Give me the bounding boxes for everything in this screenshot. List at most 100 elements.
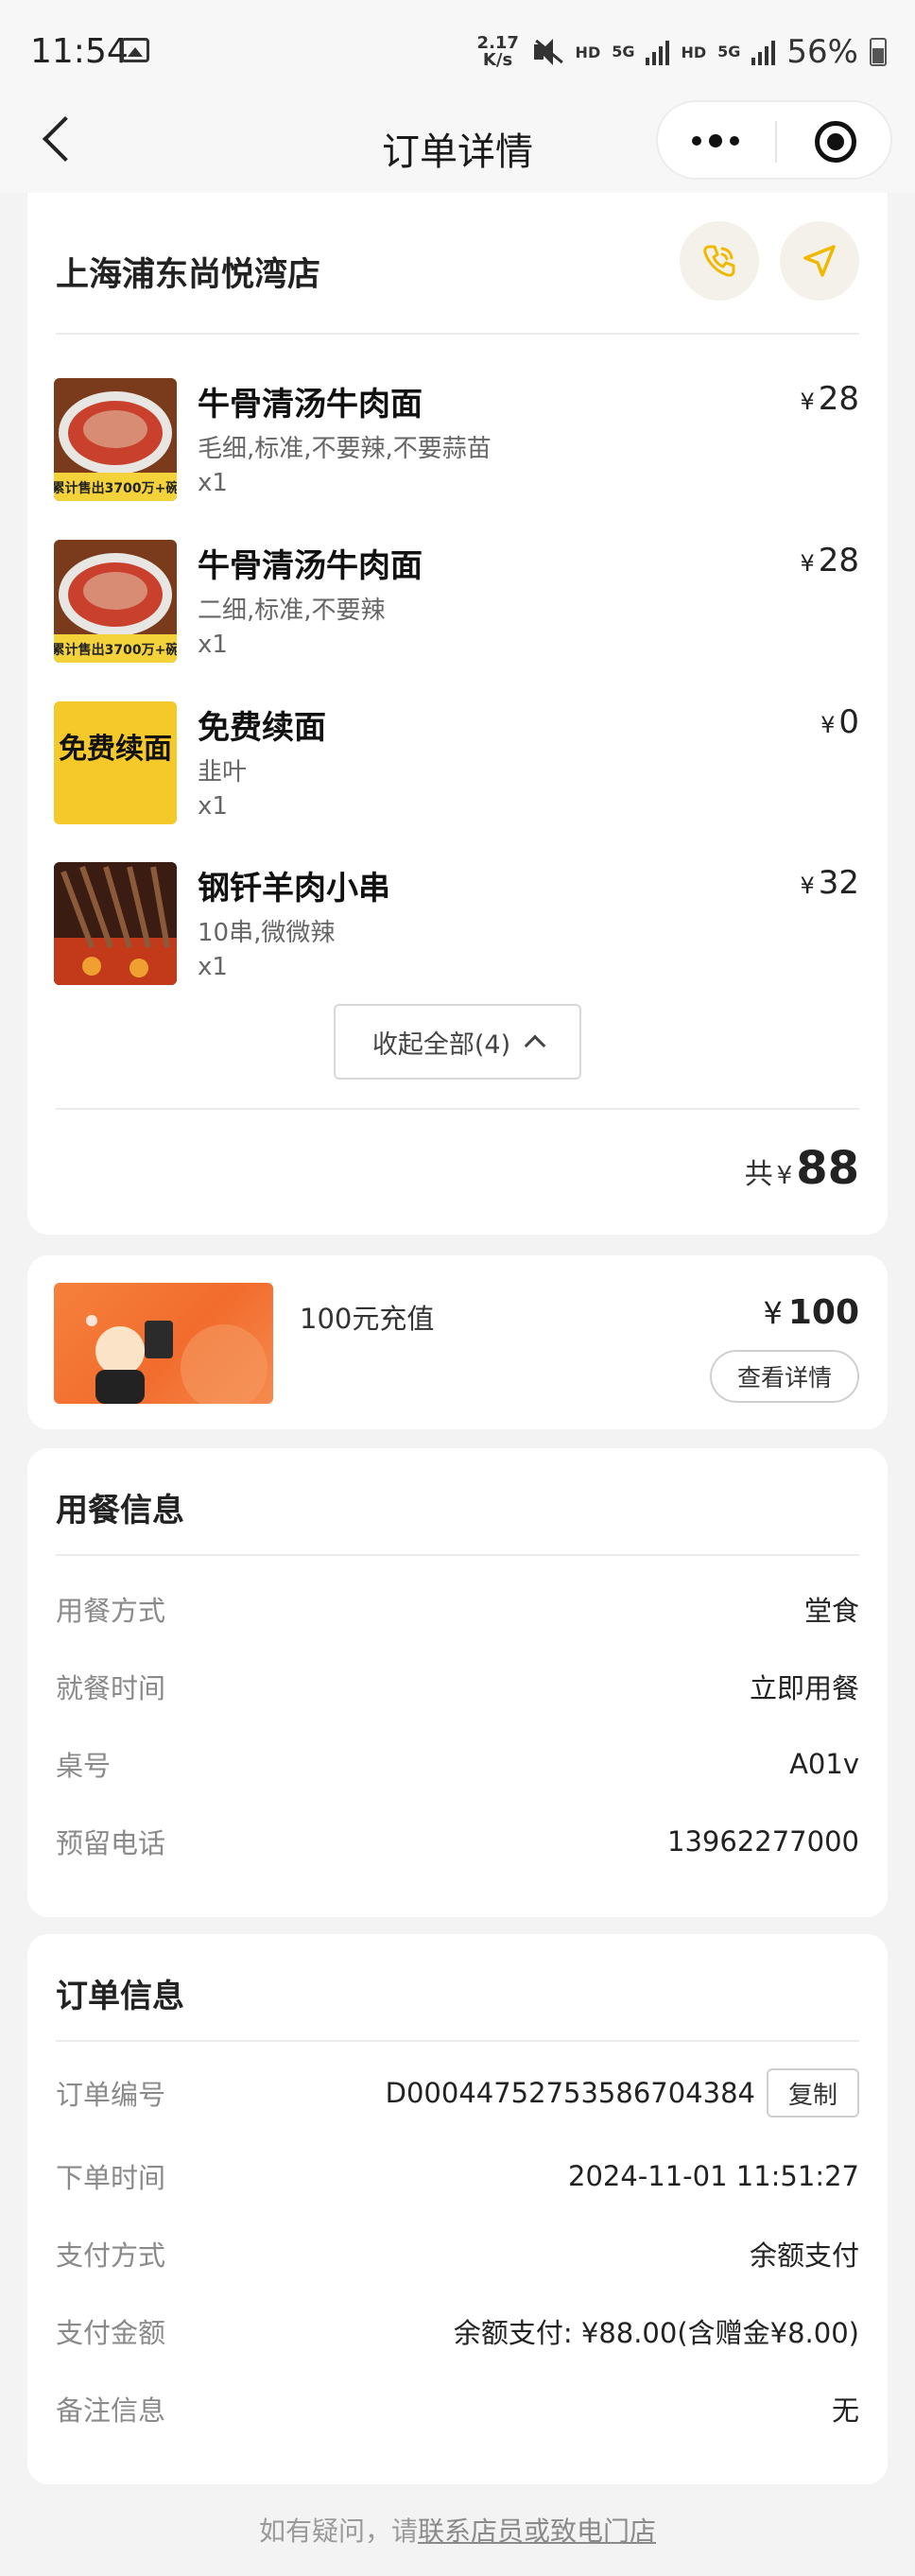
currency-symbol: ¥ bbox=[800, 550, 815, 577]
section-title: 订单信息 bbox=[56, 1978, 184, 2015]
info-value: 13962277000 bbox=[667, 1825, 859, 1858]
battery-icon bbox=[870, 38, 887, 66]
info-label: 下单时间 bbox=[56, 2162, 166, 2194]
order-info-card: 订单信息 订单编号 D00044752753586704384 复制 下单时间 … bbox=[27, 1934, 888, 2484]
info-label: 支付方式 bbox=[56, 2239, 166, 2272]
network-speed: 2.17 K/s bbox=[477, 35, 519, 69]
info-row-payment-method: 支付方式 余额支付 bbox=[56, 2235, 859, 2273]
status-indicators: 2.17 K/s HD 5G HD 5G 56% bbox=[477, 30, 887, 74]
help-footer: 如有疑问，请联系店员或致电门店 bbox=[0, 2511, 915, 2549]
info-label: 备注信息 bbox=[56, 2394, 166, 2427]
item-price: ¥28 bbox=[800, 542, 859, 579]
navigation-bar: 订单详情 bbox=[0, 91, 915, 193]
item-price-value: 28 bbox=[818, 542, 859, 579]
section-title: 用餐信息 bbox=[56, 1492, 184, 1530]
divider bbox=[56, 2040, 859, 2042]
contact-store-link[interactable]: 联系店员或致电门店 bbox=[418, 2515, 656, 2547]
view-details-button[interactable]: 查看详情 bbox=[710, 1350, 859, 1403]
more-options-icon[interactable] bbox=[692, 134, 739, 147]
recharge-image bbox=[54, 1283, 273, 1404]
chevron-up-icon bbox=[524, 1034, 546, 1057]
order-item: 免费续面 免费续面 韭叶 x1 ¥0 bbox=[54, 701, 859, 830]
item-price: ¥0 bbox=[820, 703, 859, 741]
divider bbox=[56, 1108, 859, 1110]
signal-icon bbox=[646, 39, 670, 65]
recharge-card: 100元充值 ¥100 查看详情 bbox=[27, 1255, 888, 1429]
close-mini-program-icon[interactable] bbox=[815, 121, 856, 163]
order-item: 累计售出3700万+碗 牛骨清汤牛肉面 毛细,标准,不要辣,不要蒜苗 x1 ¥2… bbox=[54, 378, 859, 507]
item-image-badge: 累计售出3700万+碗 bbox=[54, 480, 177, 496]
photo-icon bbox=[121, 38, 149, 62]
item-image: 免费续面 bbox=[54, 701, 177, 824]
item-spec: 毛细,标准,不要辣,不要蒜苗 bbox=[198, 435, 492, 463]
info-row-remarks: 备注信息 无 bbox=[56, 2390, 859, 2428]
network-type-label: 5G bbox=[612, 43, 635, 61]
recharge-title: 100元充值 bbox=[300, 1303, 435, 1335]
status-time: 11:54 bbox=[30, 32, 129, 71]
divider bbox=[56, 333, 859, 335]
item-spec: 韭叶 bbox=[198, 758, 248, 787]
order-items-card: 上海浦东尚悦湾店 累计售出3700万+碗 牛骨清汤牛肉面 毛细,标准,不要辣,不… bbox=[27, 193, 888, 1235]
info-value: 余额支付 bbox=[749, 2239, 859, 2272]
collapse-all-button[interactable]: 收起全部(4) bbox=[334, 1004, 581, 1080]
info-row-order-time: 下单时间 2024-11-01 11:51:27 bbox=[56, 2157, 859, 2195]
dining-info-card: 用餐信息 用餐方式 堂食 就餐时间 立即用餐 桌号 A01v 预留电话 1396… bbox=[27, 1448, 888, 1917]
item-image-badge: 累计售出3700万+碗 bbox=[54, 642, 177, 658]
total-label: 共 bbox=[744, 1158, 773, 1191]
item-image: 累计售出3700万+碗 bbox=[54, 540, 177, 663]
mute-icon bbox=[530, 37, 564, 67]
item-price-value: 28 bbox=[818, 380, 859, 418]
total-amount: 88 bbox=[796, 1142, 859, 1195]
info-row-table-number: 桌号 A01v bbox=[56, 1745, 859, 1783]
item-quantity: x1 bbox=[198, 631, 228, 659]
battery-percentage: 56% bbox=[786, 33, 858, 71]
item-name: 钢钎羊肉小串 bbox=[198, 870, 390, 908]
info-value: A01v bbox=[789, 1748, 859, 1780]
info-row-dining-mode: 用餐方式 堂食 bbox=[56, 1590, 859, 1628]
info-label: 订单编号 bbox=[56, 2079, 166, 2111]
status-bar: 11:54 2.17 K/s HD 5G HD 5G 56% bbox=[0, 0, 915, 104]
info-value: 余额支付: ¥88.00(含赠金¥8.00) bbox=[453, 2317, 859, 2349]
order-item: 累计售出3700万+碗 牛骨清汤牛肉面 二细,标准,不要辣 x1 ¥28 bbox=[54, 540, 859, 668]
currency-symbol: ¥ bbox=[800, 873, 815, 899]
copy-button[interactable]: 复制 bbox=[767, 2068, 859, 2118]
info-row-payment-amount: 支付金额 余额支付: ¥88.00(含赠金¥8.00) bbox=[56, 2312, 859, 2350]
info-value: 立即用餐 bbox=[749, 1672, 859, 1704]
currency-symbol: ¥ bbox=[763, 1295, 783, 1331]
info-value: 2024-11-01 11:51:27 bbox=[568, 2160, 859, 2192]
hd-label-2: HD bbox=[681, 43, 707, 61]
item-price-value: 0 bbox=[838, 703, 859, 741]
item-name: 牛骨清汤牛肉面 bbox=[198, 547, 423, 585]
item-name: 牛骨清汤牛肉面 bbox=[198, 386, 423, 424]
info-label: 桌号 bbox=[56, 1750, 112, 1782]
help-prefix: 如有疑问，请 bbox=[258, 2515, 418, 2547]
item-price: ¥28 bbox=[800, 380, 859, 418]
item-quantity: x1 bbox=[198, 953, 228, 981]
recharge-price: ¥100 bbox=[763, 1293, 859, 1332]
info-label: 就餐时间 bbox=[56, 1672, 166, 1704]
divider bbox=[56, 1554, 859, 1556]
hd-label: HD bbox=[575, 43, 601, 61]
signal-icon-2 bbox=[751, 39, 776, 65]
order-total: 共 ¥ 88 bbox=[745, 1142, 859, 1195]
network-speed-unit: K/s bbox=[482, 50, 513, 70]
item-quantity: x1 bbox=[198, 469, 228, 497]
navigate-to-store-button[interactable] bbox=[780, 221, 859, 301]
order-item: 钢钎羊肉小串 10串,微微辣 x1 ¥32 bbox=[54, 862, 859, 991]
info-row-dining-time: 就餐时间 立即用餐 bbox=[56, 1668, 859, 1705]
call-store-button[interactable] bbox=[680, 221, 759, 301]
info-label: 用餐方式 bbox=[56, 1595, 166, 1627]
info-row-reserved-phone: 预留电话 13962277000 bbox=[56, 1823, 859, 1860]
phone-icon bbox=[703, 245, 735, 277]
info-row-order-number: 订单编号 D00044752753586704384 复制 bbox=[56, 2068, 859, 2118]
item-spec: 10串,微微辣 bbox=[198, 919, 336, 947]
info-label: 预留电话 bbox=[56, 1827, 166, 1859]
info-label: 支付金额 bbox=[56, 2317, 166, 2349]
item-image-badge: 免费续面 bbox=[59, 733, 172, 766]
item-name: 免费续面 bbox=[198, 709, 326, 747]
item-price-value: 32 bbox=[818, 864, 859, 902]
info-value: D00044752753586704384 复制 bbox=[386, 2068, 859, 2118]
collapse-all-label: 收起全部(4) bbox=[371, 1029, 511, 1060]
recharge-price-value: 100 bbox=[787, 1293, 859, 1332]
currency-symbol: ¥ bbox=[800, 389, 815, 415]
